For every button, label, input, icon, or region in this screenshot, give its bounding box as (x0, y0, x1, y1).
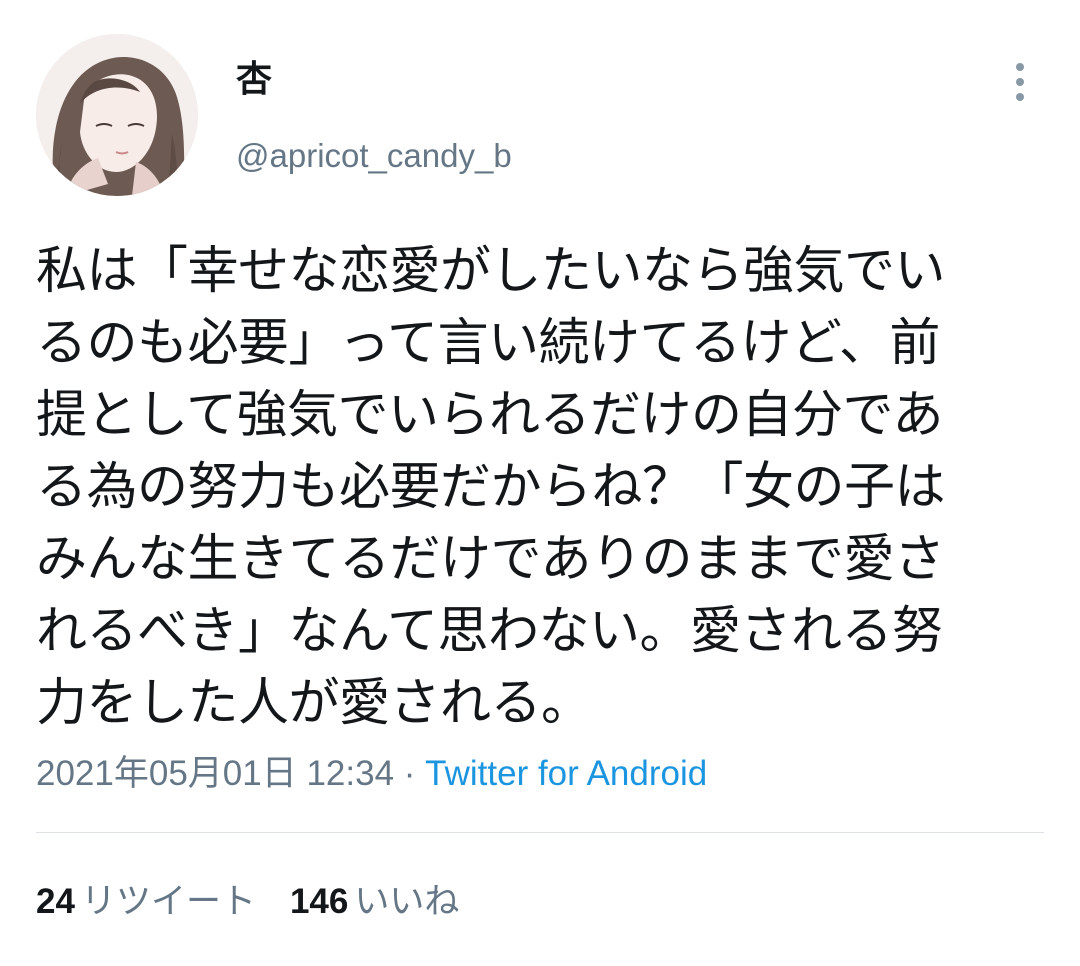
tweet-text-line: 私は「幸せな恋愛がしたいなら強気でい (36, 242, 946, 301)
tweet-text-line: 力をした人が愛される。 (36, 674, 592, 733)
tweet-stats: 24 リツイート 146 いいね (36, 878, 459, 926)
display-name[interactable]: 杏 (236, 56, 272, 104)
tweet-text-line: るのも必要」って言い続けてるけど、前 (36, 314, 940, 373)
more-vertical-icon (1016, 93, 1024, 101)
retweets-stat[interactable]: 24 リツイート (36, 878, 256, 926)
tweet-text-line: 提として強気でいられるだけの自分であ (36, 386, 943, 445)
likes-label: いいね (354, 882, 460, 922)
avatar-portrait-icon (36, 34, 198, 196)
retweets-count: 24 (36, 882, 75, 921)
more-vertical-icon (1016, 63, 1024, 71)
divider (36, 832, 1044, 833)
tweet-text-line: みんな生きてるだけでありのままで愛さ (36, 530, 945, 589)
tweet-text: 私は「幸せな恋愛がしたいなら強気でい るのも必要」って言い続けてるけど、前 提と… (36, 236, 1036, 740)
avatar[interactable] (36, 34, 198, 196)
more-vertical-icon (1016, 78, 1024, 86)
retweets-label: リツイート (80, 882, 256, 922)
tweet-timestamp[interactable]: 2021年05月01日 12:34 (36, 754, 394, 793)
likes-stat[interactable]: 146 いいね (290, 878, 459, 926)
more-options-button[interactable] (1000, 58, 1040, 106)
tweet-text-line: れるべき」なんて思わない。愛される努 (36, 602, 943, 661)
tweet-metadata: 2021年05月01日 12:34 · Twitter for Android (36, 752, 707, 796)
likes-count: 146 (289, 882, 349, 921)
tweet-text-line: る為の努力も必要だからね？「女の子は (36, 458, 946, 517)
meta-separator: · (394, 754, 426, 793)
tweet-source-link[interactable]: Twitter for Android (425, 754, 707, 793)
user-handle[interactable]: @apricot_candy_b (236, 134, 512, 178)
